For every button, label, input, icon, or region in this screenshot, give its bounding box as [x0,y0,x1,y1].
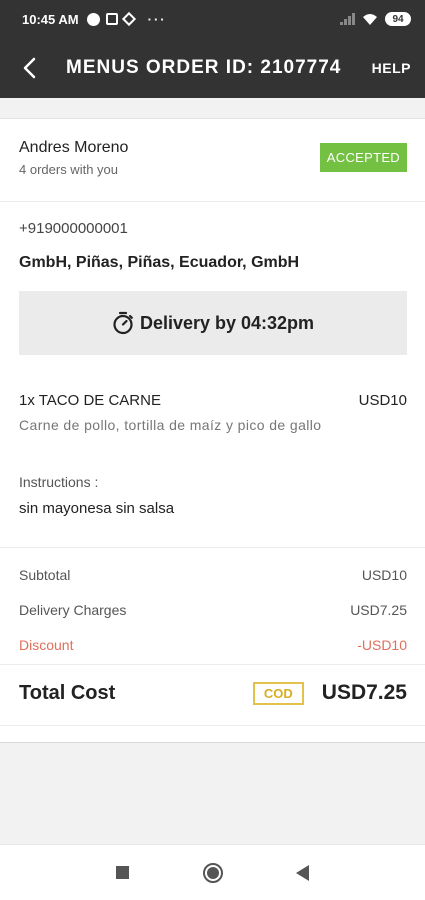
divider [0,201,425,202]
delivery-time-box: Delivery by 04:32pm [19,291,407,355]
instructions-text: sin mayonesa sin salsa [19,500,175,517]
page-title: MENUS ORDER ID: 2107774 [66,57,342,78]
order-card: Andres Moreno 4 orders with you ACCEPTED… [0,118,425,743]
notification-icon [86,12,100,26]
back-arrow-icon [23,57,36,79]
app-bar: MENUS ORDER ID: 2107774 HELP [0,38,425,98]
back-button[interactable] [0,38,58,98]
home-button[interactable] [201,861,225,885]
system-back-button[interactable] [291,861,315,885]
instructions-label: Instructions : [19,474,99,490]
signal-icon [340,13,355,25]
divider [0,547,425,548]
location-notification-icon [121,11,136,27]
delivery-charges-label: Delivery Charges [19,602,127,618]
discount-value: -USD10 [357,637,407,653]
subtotal-value: USD10 [361,567,407,583]
customer-order-count: 4 orders with you [19,162,118,177]
item-price: USD10 [358,392,407,409]
recents-icon [116,866,129,879]
delivery-charges-row: Delivery Charges USD7.25 [19,602,407,618]
help-button[interactable]: HELP [372,60,425,76]
wifi-icon [363,13,377,25]
system-nav-bar [0,844,425,900]
battery-icon: 94 [385,12,411,26]
delivery-charges-value: USD7.25 [350,602,407,618]
status-bar: 10:45 AM ··· 94 [0,0,425,38]
customer-info: Andres Moreno 4 orders with you [19,139,128,177]
payment-method-badge: COD [252,681,304,705]
delivery-time: Delivery by 04:32pm [139,312,315,333]
discount-label: Discount [19,637,74,653]
home-icon [202,862,223,883]
subtotal-row: Subtotal USD10 [19,567,407,583]
divider [0,725,425,726]
back-triangle-icon [296,864,309,881]
item-title: 1x TACO DE CARNE [19,392,161,409]
divider [0,664,425,665]
calendar-notification-icon [105,13,118,25]
status-badge: ACCEPTED [319,143,407,172]
customer-name: Andres Moreno [19,139,129,156]
discount-row: Discount -USD10 [19,637,407,653]
subtotal-label: Subtotal [19,567,71,583]
more-notifications-icon: ··· [147,11,167,27]
total-row: Total Cost COD USD7.25 [19,679,407,707]
customer-phone[interactable]: +919000000001 [19,220,128,237]
status-time: 10:45 AM [22,11,79,27]
total-value: USD7.25 [321,681,407,704]
item-description: Carne de pollo, tortilla de maíz y pico … [19,417,322,433]
timer-icon [113,311,133,335]
recents-button[interactable] [111,861,135,885]
total-label: Total Cost [19,681,116,704]
delivery-address: GmbH, Piñas, Piñas, Ecuador, GmbH [19,254,300,271]
